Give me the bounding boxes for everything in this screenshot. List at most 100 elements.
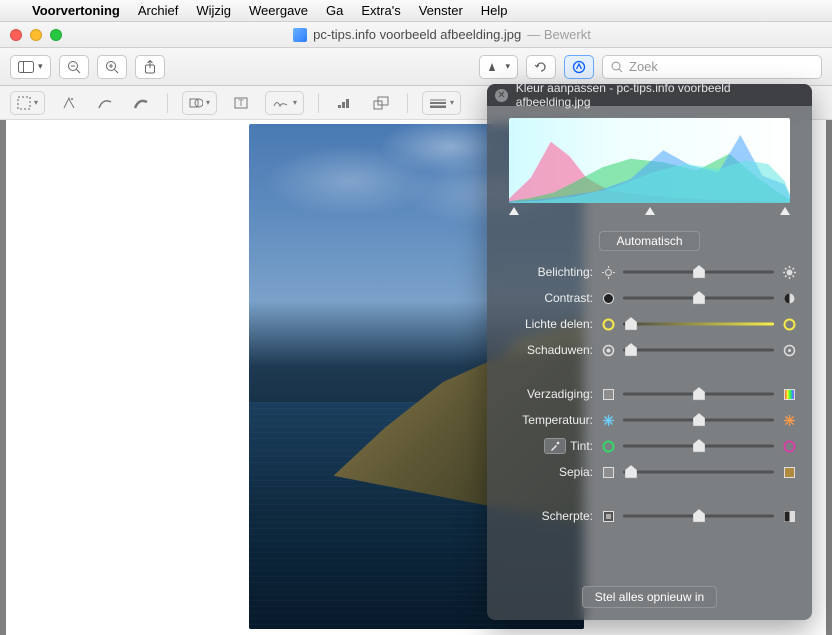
search-placeholder: Zoek: [629, 59, 658, 74]
ring-yellow-icon: [601, 317, 615, 331]
contrast-slider[interactable]: [623, 291, 774, 305]
document-status: — Bewerkt: [527, 27, 591, 42]
ring-magenta-icon: [782, 439, 796, 453]
menubar-app[interactable]: Voorvertoning: [32, 3, 120, 18]
text-tool-button[interactable]: T: [229, 91, 253, 115]
search-input[interactable]: Zoek: [602, 55, 822, 79]
menubar-help[interactable]: Help: [481, 3, 508, 18]
menubar-view[interactable]: Weergave: [249, 3, 308, 18]
temperature-thumb[interactable]: [693, 413, 705, 427]
menubar-go[interactable]: Ga: [326, 3, 343, 18]
circle-half-icon: [782, 291, 796, 305]
sharpness-slider-row: Scherpte:: [503, 507, 796, 525]
sun-outline-icon: [601, 265, 615, 279]
chevron-down-icon: ▾: [38, 61, 43, 72]
rotate-button[interactable]: [526, 55, 556, 79]
highlight-button[interactable]: ▾: [479, 55, 518, 79]
draw-tool-button[interactable]: [129, 91, 153, 115]
contrast-slider-row: Contrast:: [503, 289, 796, 307]
selection-tool-button[interactable]: ▾: [10, 91, 45, 115]
panel-title: Kleur aanpassen - pc-tips.info voorbeeld…: [516, 84, 804, 109]
sepia-label: Sepia:: [559, 465, 593, 479]
panel-titlebar[interactable]: ✕ Kleur aanpassen - pc-tips.info voorbee…: [487, 84, 812, 106]
shapes-button[interactable]: ▾: [182, 91, 217, 115]
saturation-label: Verzadiging:: [527, 387, 593, 401]
ring-dot-icon: [782, 343, 796, 357]
exposure-label: Belichting:: [538, 265, 593, 279]
sharpness-slider[interactable]: [623, 509, 774, 523]
reset-all-button[interactable]: Stel alles opnieuw in: [582, 586, 717, 608]
close-window-button[interactable]: [10, 29, 22, 41]
adjust-color-panel: ✕ Kleur aanpassen - pc-tips.info voorbee…: [487, 84, 812, 620]
sepia-slider[interactable]: [623, 465, 774, 479]
snow-blue-icon: [601, 413, 615, 427]
sign-button[interactable]: ▾: [265, 91, 304, 115]
line-style-button[interactable]: ▾: [422, 91, 461, 115]
mid-point-slider[interactable]: [645, 207, 655, 217]
sketch-tool-button[interactable]: [93, 91, 117, 115]
close-panel-button[interactable]: ✕: [495, 89, 508, 102]
markup-button[interactable]: [564, 55, 594, 79]
zoom-in-button[interactable]: [97, 55, 127, 79]
temperature-slider[interactable]: [623, 413, 774, 427]
menubar-file[interactable]: Archief: [138, 3, 178, 18]
shadows-slider[interactable]: [623, 343, 774, 357]
sepia-thumb[interactable]: [625, 465, 637, 479]
circle-empty-icon: [601, 291, 615, 305]
black-point-slider[interactable]: [509, 207, 519, 217]
shadows-thumb[interactable]: [625, 343, 637, 357]
tint-slider[interactable]: [623, 439, 774, 453]
exposure-slider-row: Belichting:: [503, 263, 796, 281]
histogram: [509, 118, 790, 203]
shadows-label: Schaduwen:: [527, 343, 593, 357]
sq-rainbow-icon: [782, 387, 796, 401]
white-point-slider[interactable]: [780, 207, 790, 217]
highlights-thumb[interactable]: [625, 317, 637, 331]
window-title: pc-tips.info voorbeeld afbeelding.jpg: [313, 27, 521, 42]
highlights-label: Lichte delen:: [525, 317, 593, 331]
ring-green-icon: [601, 439, 615, 453]
sq-gray-icon: [601, 465, 615, 479]
menubar-extras[interactable]: Extra's: [361, 3, 400, 18]
sq-blur-icon: [601, 509, 615, 523]
temperature-label: Temperatuur:: [522, 413, 593, 427]
adjust-color-button[interactable]: [333, 91, 357, 115]
window-titlebar: pc-tips.info voorbeeld afbeelding.jpg — …: [0, 22, 832, 48]
saturation-thumb[interactable]: [693, 387, 705, 401]
sharpness-label: Scherpte:: [542, 509, 593, 523]
zoom-out-button[interactable]: [59, 55, 89, 79]
tint-thumb[interactable]: [693, 439, 705, 453]
menubar-window[interactable]: Venster: [419, 3, 463, 18]
ring-yellow-icon: [782, 317, 796, 331]
highlights-slider[interactable]: [623, 317, 774, 331]
main-toolbar: ▾ ▾ Zoek: [0, 48, 832, 86]
menubar-edit[interactable]: Wijzig: [196, 3, 231, 18]
instant-alpha-button[interactable]: [57, 91, 81, 115]
system-menubar: Voorvertoning Archief Wijzig Weergave Ga…: [0, 0, 832, 22]
chevron-down-icon: ▾: [505, 61, 510, 72]
sepia-slider-row: Sepia:: [503, 463, 796, 481]
temperature-slider-row: Temperatuur:: [503, 411, 796, 429]
adjust-size-button[interactable]: [369, 91, 393, 115]
exposure-slider[interactable]: [623, 265, 774, 279]
saturation-slider-row: Verzadiging:: [503, 385, 796, 403]
highlights-slider-row: Lichte delen:: [503, 315, 796, 333]
minimize-window-button[interactable]: [30, 29, 42, 41]
auto-levels-button[interactable]: Automatisch: [599, 231, 699, 251]
saturation-slider[interactable]: [623, 387, 774, 401]
sharpness-thumb[interactable]: [693, 509, 705, 523]
sun-filled-icon: [782, 265, 796, 279]
contrast-thumb[interactable]: [693, 291, 705, 305]
sidebar-view-button[interactable]: ▾: [10, 55, 51, 79]
document-icon: [293, 28, 307, 42]
contrast-label: Contrast:: [544, 291, 593, 305]
share-button[interactable]: [135, 55, 165, 79]
ring-target-icon: [601, 343, 615, 357]
eyedropper-button[interactable]: [544, 438, 566, 454]
shadows-slider-row: Schaduwen:: [503, 341, 796, 359]
snow-orange-icon: [782, 413, 796, 427]
sq-sepia-icon: [782, 465, 796, 479]
exposure-thumb[interactable]: [693, 265, 705, 279]
zoom-window-button[interactable]: [50, 29, 62, 41]
sq-sharp-icon: [782, 509, 796, 523]
